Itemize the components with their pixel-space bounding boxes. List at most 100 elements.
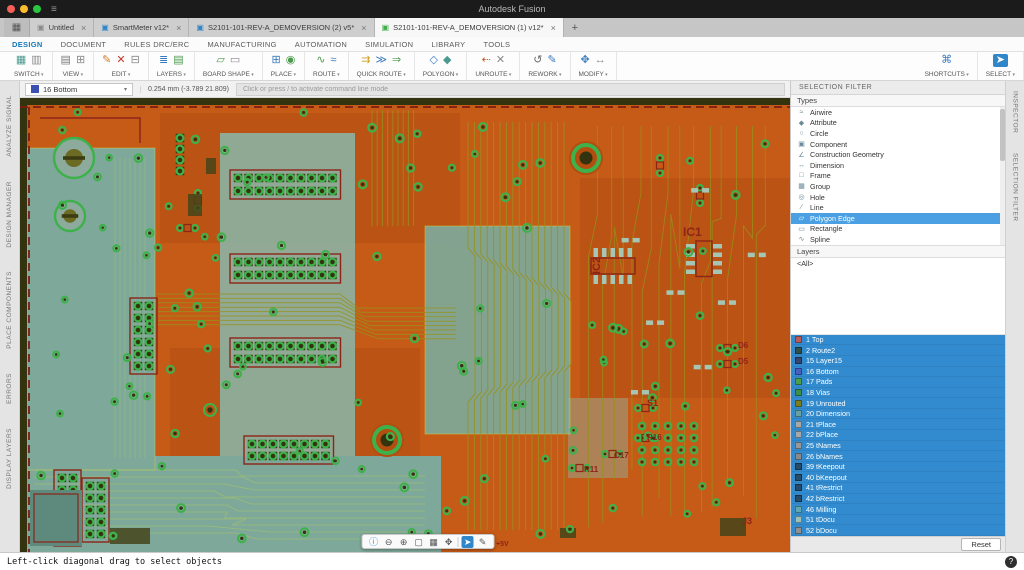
left-tab-analyze-signal[interactable]: ANALYZE SIGNAL (6, 95, 13, 157)
close-icon[interactable]: × (551, 23, 556, 33)
toolbar-group-label-board-shape[interactable]: BOARD SHAPE (203, 71, 254, 78)
type-row-frame[interactable]: □Frame (791, 171, 1005, 182)
toolbar-group-label-view[interactable]: VIEW (63, 71, 84, 78)
grid-settings-icon[interactable]: ▦ (428, 536, 440, 548)
close-icon[interactable]: × (176, 23, 181, 33)
menu-item-manufacturing[interactable]: MANUFACTURING (207, 40, 276, 49)
rework-icon[interactable]: ↺ (533, 54, 542, 67)
switch-alt-icon[interactable]: ▥ (31, 54, 41, 67)
modify-move-icon[interactable]: ✥ (581, 54, 590, 67)
home-tab[interactable]: ▦ (4, 18, 30, 37)
toolbar-group-label-place[interactable]: PLACE (271, 71, 296, 78)
place-icon[interactable]: ⊞ (271, 54, 280, 67)
type-row-attribute[interactable]: ◆Attribute (791, 118, 1005, 129)
toolbar-group-label-unroute[interactable]: UNROUTE (475, 71, 511, 78)
new-tab-button[interactable]: + (564, 18, 586, 37)
close-icon[interactable]: × (361, 23, 366, 33)
layer-row-40-bkeepout[interactable]: 40 bKeepout (791, 472, 1005, 483)
place-pad-icon[interactable]: ◉ (286, 54, 296, 67)
menu-item-rules-drc-erc[interactable]: RULES DRC/ERC (124, 40, 189, 49)
left-tab-design-manager[interactable]: DESIGN MANAGER (6, 181, 13, 248)
toolbar-group-label-polygon[interactable]: POLYGON (423, 71, 459, 78)
layer-row-17-pads[interactable]: 17 Pads (791, 377, 1005, 388)
view-grid-icon[interactable]: ▤ (61, 54, 71, 67)
edit-misc-icon[interactable]: ⊟ (131, 54, 140, 67)
type-row-rectangle[interactable]: ▭Rectangle (791, 224, 1005, 235)
menu-item-simulation[interactable]: SIMULATION (365, 40, 413, 49)
quick-route-icon[interactable]: ⇉ (361, 54, 370, 67)
document-tab[interactable]: ▣SmartMeter v12*× (94, 18, 189, 37)
menu-item-design[interactable]: DESIGN (12, 40, 43, 49)
layer-row-51-tdocu[interactable]: 51 tDocu (791, 515, 1005, 526)
modify-stretch-icon[interactable]: ↔ (595, 54, 606, 67)
layer-dropdown[interactable]: 16 Bottom ▾ (25, 83, 133, 96)
layer-row-1-top[interactable]: 1 Top (791, 335, 1005, 346)
layer-row-22-bplace[interactable]: 22 bPlace (791, 430, 1005, 441)
polygon-icon[interactable]: ◇ (430, 54, 438, 67)
layer-row-18-vias[interactable]: 18 Vias (791, 388, 1005, 399)
layers-filter-all[interactable]: <All> (791, 258, 1005, 269)
document-tab[interactable]: ▣S2101-101-REV-A_DEMOVERSION (1) v12*× (375, 18, 564, 37)
document-tab[interactable]: ▣Untitled× (30, 18, 94, 37)
layer-row-26-bnames[interactable]: 26 bNames (791, 451, 1005, 462)
layers-icon[interactable]: ≣ (159, 54, 168, 67)
left-tab-place-components[interactable]: PLACE COMPONENTS (6, 271, 13, 349)
left-tab-errors[interactable]: ERRORS (6, 373, 13, 404)
right-tab-inspector[interactable]: INSPECTOR (1012, 91, 1019, 133)
layer-row-16-bottom[interactable]: 16 Bottom (791, 367, 1005, 378)
type-row-line[interactable]: ∕Line (791, 202, 1005, 213)
edit-pencil-icon[interactable]: ✎ (102, 54, 111, 67)
left-tab-display-layers[interactable]: DISPLAY LAYERS (6, 428, 13, 489)
types-scrollbar-thumb[interactable] (1000, 109, 1005, 161)
layer-row-21-tplace[interactable]: 21 tPlace (791, 419, 1005, 430)
toolbar-group-label-route[interactable]: ROUTE (313, 71, 340, 78)
right-tab-selection-filter[interactable]: SELECTION FILTER (1012, 153, 1019, 222)
hamburger-menu-icon[interactable]: ≡ (51, 4, 57, 15)
toolbar-group-label-switch[interactable]: SWITCH (14, 71, 44, 78)
type-row-component[interactable]: ▣Component (791, 139, 1005, 150)
type-row-group[interactable]: ▦Group (791, 181, 1005, 192)
pcb-canvas[interactable]: IC1IC2S1R16C17R11D5D6J3+5V (20, 98, 790, 552)
layer-row-52-bdocu[interactable]: 52 bDocu (791, 525, 1005, 536)
type-row-polygon-edge[interactable]: ▱Polygon Edge (791, 213, 1005, 224)
toolbar-group-label-edit[interactable]: EDIT (112, 71, 131, 78)
layer-row-19-unrouted[interactable]: 19 Unrouted (791, 398, 1005, 409)
type-row-construction-geometry[interactable]: ∠Construction Geometry (791, 149, 1005, 160)
type-row-spline[interactable]: ∿Spline (791, 234, 1005, 245)
board-outline-icon[interactable]: ▭ (230, 54, 240, 67)
menu-item-library[interactable]: LIBRARY (431, 40, 465, 49)
close-icon[interactable]: × (81, 23, 86, 33)
types-scrollbar[interactable] (1000, 107, 1005, 245)
toolbar-group-label-quick-route[interactable]: QUICK ROUTE (357, 71, 406, 78)
layer-row-46-milling[interactable]: 46 Milling (791, 504, 1005, 515)
polygon-fill-icon[interactable]: ◆ (443, 54, 451, 67)
zoom-window-button[interactable] (33, 5, 41, 13)
rework-edit-icon[interactable]: ✎ (547, 54, 556, 67)
route-diff-icon[interactable]: ≈ (330, 54, 336, 67)
board-shape-icon[interactable]: ▱ (216, 54, 224, 67)
layers-alt-icon[interactable]: ▤ (173, 54, 183, 67)
layer-row-15-layer15[interactable]: 15 Layer15 (791, 356, 1005, 367)
toolbar-group-label-shortcuts[interactable]: SHORTCUTS (925, 71, 969, 78)
menu-item-automation[interactable]: AUTOMATION (295, 40, 347, 49)
minimize-window-button[interactable] (20, 5, 28, 13)
delete-icon[interactable]: ✕ (116, 54, 125, 67)
type-row-hole[interactable]: ◎Hole (791, 192, 1005, 203)
switch-icon[interactable]: ▦ (16, 54, 26, 67)
layer-row-41-trestrict[interactable]: 41 tRestrict (791, 483, 1005, 494)
draw-tool-icon[interactable]: ✎ (477, 536, 489, 548)
layer-row-25-tnames[interactable]: 25 tNames (791, 441, 1005, 452)
help-icon[interactable]: ? (1005, 556, 1017, 568)
pan-icon[interactable]: ✥ (443, 536, 455, 548)
toolbar-group-label-rework[interactable]: REWORK (528, 71, 561, 78)
menu-item-document[interactable]: DOCUMENT (61, 40, 107, 49)
type-row-dimension[interactable]: ↔Dimension (791, 160, 1005, 171)
layer-row-42-brestrict[interactable]: 42 bRestrict (791, 494, 1005, 505)
quick-route-fanout-icon[interactable]: ≫ (375, 54, 387, 67)
document-tab[interactable]: ▣S2101-101-REV-A_DEMOVERSION (2) v5*× (189, 18, 374, 37)
view-zoom-icon[interactable]: ⊞ (76, 54, 85, 67)
toolbar-group-label-select[interactable]: SELECT (986, 71, 1015, 78)
unroute-all-icon[interactable]: ✕ (496, 54, 505, 67)
route-icon[interactable]: ∿ (316, 54, 325, 67)
layer-row-2-route2[interactable]: 2 Route2 (791, 345, 1005, 356)
